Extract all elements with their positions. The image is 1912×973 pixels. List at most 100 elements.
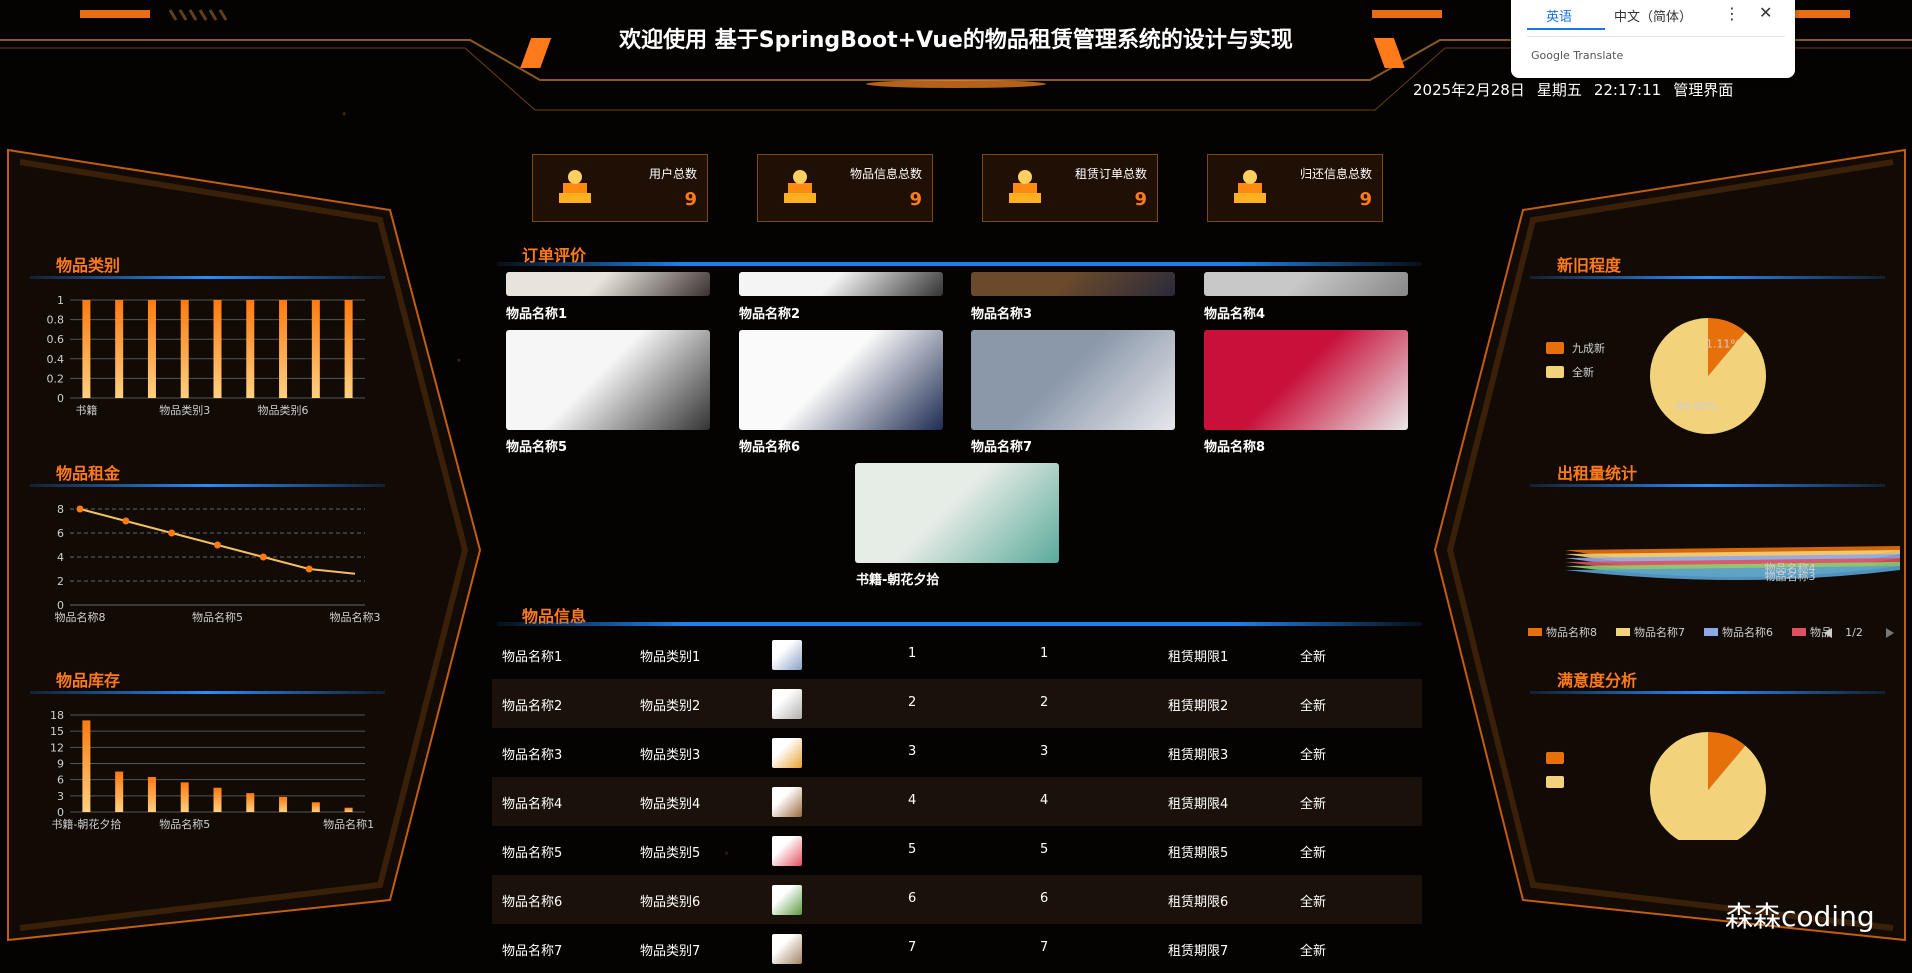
section-underline	[1530, 484, 1885, 487]
y-tick-label: 9	[57, 758, 64, 771]
cell-category: 物品类别3	[640, 748, 701, 763]
legend-swatch	[1546, 342, 1564, 354]
cell-b: 1	[1040, 646, 1049, 661]
cell-name: 物品名称5	[502, 846, 563, 861]
item-trophy-icon	[784, 170, 816, 203]
table-row[interactable]: 物品名称7 物品类别7 7 7 租赁期限7 全新	[492, 924, 1422, 973]
cell-name: 物品名称4	[502, 797, 563, 812]
gallery-item-name[interactable]: 物品名称2	[739, 303, 800, 322]
cell-period: 租赁期限4	[1168, 797, 1229, 812]
gallery-item-name[interactable]: 物品名称8	[1204, 436, 1265, 455]
stock-bar	[344, 807, 353, 812]
white-object-image[interactable]	[739, 272, 943, 296]
x-tick-label: 物品名称3	[330, 610, 381, 624]
table-row[interactable]: 物品名称4 物品类别4 4 4 租赁期限4 全新	[492, 777, 1422, 826]
table-row[interactable]: 物品名称3 物品类别3 3 3 租赁期限3 全新	[492, 728, 1422, 777]
close-icon[interactable]: ✕	[1759, 3, 1772, 22]
rent-point	[305, 565, 313, 573]
datetime-display: 2025年2月28日 星期五 22:17:11 管理界面	[1413, 79, 1745, 100]
tab-source-language[interactable]: 英语	[1546, 6, 1572, 25]
item-thumbnail[interactable]	[772, 689, 802, 719]
laptop-image[interactable]	[506, 330, 710, 430]
section-underline	[1530, 276, 1885, 279]
legend-pager: 1/2	[1845, 626, 1863, 639]
cell-a: 2	[908, 695, 917, 710]
legend-label: 物品名称7	[1634, 625, 1685, 639]
stat-value: 9	[1359, 189, 1372, 210]
cell-period: 租赁期限7	[1168, 944, 1229, 959]
cell-b: 4	[1040, 793, 1049, 808]
gallery-item-name[interactable]: 物品名称4	[1204, 303, 1265, 322]
wall-clock-image[interactable]	[506, 272, 710, 296]
category-bar	[311, 300, 320, 398]
table-row[interactable]: 物品名称2 物品类别2 2 2 租赁期限2 全新	[492, 679, 1422, 728]
category-bar	[180, 300, 189, 398]
console-image[interactable]	[1204, 330, 1408, 430]
x-tick-label: 书籍	[75, 403, 97, 417]
translate-popup: 英语 中文（简体） ⋮ ✕ Google Translate	[1511, 0, 1795, 78]
item-thumbnail[interactable]	[772, 934, 802, 964]
stock-bar-chart: 0369121518书籍-朝花夕拾 物品名称5 物品名称1	[50, 709, 374, 831]
category-bar	[147, 300, 156, 398]
stat-label: 归还信息总数	[1299, 167, 1372, 181]
cell-category: 物品类别4	[640, 797, 701, 812]
stock-bar	[82, 720, 91, 812]
stock-bar	[311, 802, 320, 812]
gallery-item-name[interactable]: 物品名称6	[739, 436, 800, 455]
scooter-image[interactable]	[971, 330, 1175, 430]
y-tick-label: 0	[57, 392, 64, 405]
satisfaction-pie-chart	[1546, 732, 1766, 840]
gallery-item-name[interactable]: 物品名称3	[971, 303, 1032, 322]
more-vert-icon[interactable]: ⋮	[1724, 4, 1740, 23]
rent-point	[214, 541, 221, 549]
user-trophy-icon	[559, 170, 591, 203]
book-cover-image[interactable]	[855, 463, 1059, 563]
y-tick-label: 3	[57, 790, 64, 803]
stock-bar	[213, 787, 222, 812]
stat-card: 租赁订单总数 9	[982, 154, 1158, 222]
cell-condition: 全新	[1300, 748, 1327, 763]
item-thumbnail[interactable]	[772, 836, 802, 866]
table-row[interactable]: 物品名称5 物品类别5 5 5 租赁期限5 全新	[492, 826, 1422, 875]
tab-target-language[interactable]: 中文（简体）	[1614, 6, 1692, 25]
gallery-item-name[interactable]: 物品名称5	[506, 436, 567, 455]
cell-b: 6	[1040, 891, 1049, 906]
cell-a: 6	[908, 891, 917, 906]
stat-label: 租赁订单总数	[1074, 167, 1147, 181]
item-thumbnail[interactable]	[772, 885, 802, 915]
cell-condition: 全新	[1300, 797, 1327, 812]
cell-condition: 全新	[1300, 699, 1327, 714]
x-tick-label: 物品类别3	[159, 403, 210, 417]
pie-slice	[1650, 318, 1766, 434]
gallery-item-name[interactable]: 物品名称1	[506, 303, 567, 322]
legend-swatch	[1704, 628, 1718, 636]
cell-condition: 全新	[1300, 895, 1327, 910]
section-title-rental-count: 出租量统计	[1557, 464, 1638, 483]
legend-swatch	[1528, 628, 1542, 636]
backpack-image[interactable]	[739, 330, 943, 430]
y-tick-label: 0.8	[47, 314, 65, 327]
legend-label: 全新	[1572, 365, 1594, 379]
y-tick-label: 2	[57, 575, 64, 588]
category-bar	[213, 300, 222, 398]
cell-b: 5	[1040, 842, 1049, 857]
gallery-item-name[interactable]: 书籍-朝花夕拾	[856, 569, 939, 588]
table-row[interactable]: 物品名称6 物品类别6 6 6 租赁期限6 全新	[492, 875, 1422, 924]
section-underline	[497, 262, 1422, 266]
category-bar	[115, 300, 124, 398]
section-underline	[30, 691, 385, 694]
item-thumbnail[interactable]	[772, 640, 802, 670]
mode-text: 管理界面	[1673, 81, 1734, 99]
cell-period: 租赁期限3	[1168, 748, 1229, 763]
item-thumbnail[interactable]	[772, 738, 802, 768]
gray-object-image[interactable]	[1204, 272, 1408, 296]
rent-point	[122, 517, 130, 525]
gallery-item-name[interactable]: 物品名称7	[971, 436, 1032, 455]
section-title-satisfaction: 满意度分析	[1557, 671, 1638, 690]
desk-image[interactable]	[971, 272, 1175, 296]
item-thumbnail[interactable]	[772, 787, 802, 817]
section-title-stock: 物品库存	[56, 671, 121, 690]
section-underline	[1530, 691, 1885, 694]
section-title-condition: 新旧程度	[1557, 256, 1622, 275]
table-row[interactable]: 物品名称1 物品类别1 1 1 租赁期限1 全新	[492, 630, 1422, 679]
